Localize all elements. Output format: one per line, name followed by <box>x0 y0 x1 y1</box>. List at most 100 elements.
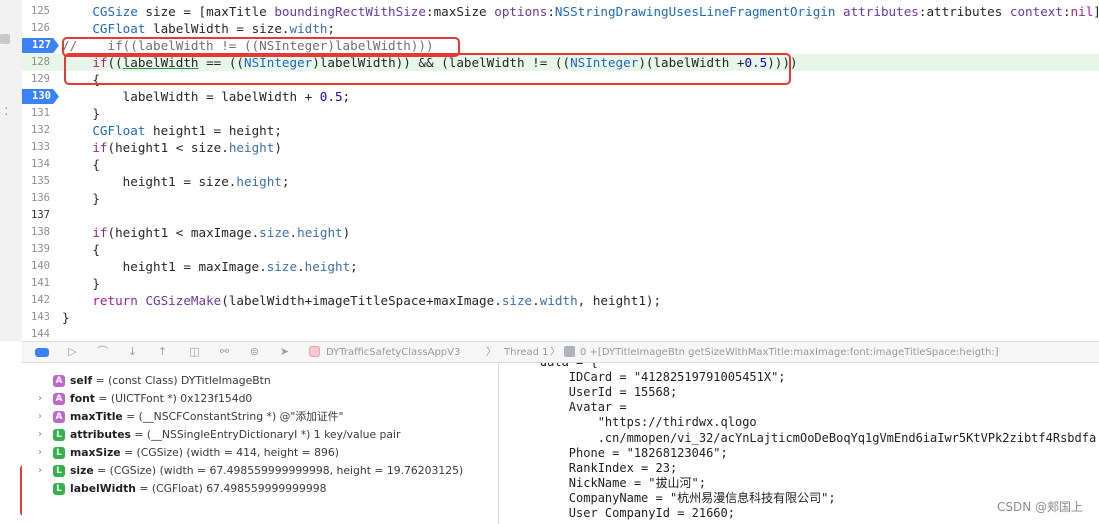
line-number[interactable]: 128 <box>22 54 50 71</box>
console-line: User CompanyId = 21660; <box>511 506 735 520</box>
variable-value: = (CGFloat) 67.498559999999998 <box>135 482 327 495</box>
code-text[interactable]: { <box>62 241 100 258</box>
variable-row[interactable]: LlabelWidth = (CGFloat) 67.4985599999999… <box>22 480 498 498</box>
step-over-icon[interactable]: ⌒ <box>96 346 109 358</box>
code-line[interactable]: 139 { <box>22 241 1099 258</box>
line-number[interactable]: 132 <box>22 122 50 139</box>
step-out-icon[interactable]: ↑ <box>156 346 169 358</box>
variable-text: labelWidth = (CGFloat) 67.49855999999999… <box>70 480 327 498</box>
app-name[interactable]: DYTrafficSafetyClassAppV3 <box>326 346 460 359</box>
variable-value: = (__NSSingleEntryDictionaryI *) 1 key/v… <box>130 428 401 441</box>
line-number[interactable]: 137 <box>22 207 50 224</box>
panel-toggle-icon[interactable] <box>35 348 49 357</box>
line-number[interactable]: 129 <box>22 71 50 88</box>
code-text[interactable]: if(height1 < size.height) <box>62 139 282 156</box>
code-text[interactable]: CGFloat labelWidth = size.width; <box>62 20 335 37</box>
variable-name: attributes <box>70 428 131 441</box>
line-number[interactable]: 131 <box>22 105 50 122</box>
console-line: Avatar = <box>511 400 627 415</box>
line-number[interactable]: 135 <box>22 173 50 190</box>
line-number[interactable]: 134 <box>22 156 50 173</box>
disclosure-chevron-icon[interactable]: › <box>38 408 42 426</box>
variable-row[interactable]: › LmaxSize = (CGSize) (width = 414, heigh… <box>22 444 498 462</box>
continue-icon[interactable]: ▷ <box>66 346 79 358</box>
location-icon[interactable]: ➤ <box>278 346 291 358</box>
variable-row[interactable]: › Afont = (UICTFont *) 0x123f154d0 <box>22 390 498 408</box>
thread-label[interactable]: Thread 1 <box>504 346 549 359</box>
variable-text: maxSize = (CGSize) (width = 414, height … <box>70 444 339 462</box>
code-line[interactable]: 138 if(height1 < maxImage.size.height) <box>22 224 1099 241</box>
variable-row[interactable]: › Lattributes = (__NSSingleEntryDictionar… <box>22 426 498 444</box>
disclosure-chevron-icon[interactable]: › <box>38 390 42 408</box>
code-text[interactable]: CGSize size = [maxTitle boundingRectWith… <box>62 3 1099 20</box>
code-line[interactable]: 135 height1 = size.height; <box>22 173 1099 190</box>
code-line[interactable]: 144 <box>22 326 1099 341</box>
disclosure-chevron-icon[interactable]: › <box>38 444 42 462</box>
line-number[interactable]: 139 <box>22 241 50 258</box>
variable-value: = (__NSCFConstantString *) @"添加证件" <box>122 410 344 423</box>
breakpoint-line-number[interactable]: 130 <box>22 89 59 104</box>
variable-value: = (const Class) DYTitleImageBtn <box>92 374 271 387</box>
code-text[interactable]: height1 = size.height; <box>62 173 290 190</box>
code-line[interactable]: 125 CGSize size = [maxTitle boundingRect… <box>22 3 1099 20</box>
ellipsis-icon: · · <box>3 102 10 121</box>
line-number[interactable]: 143 <box>22 309 50 326</box>
code-line[interactable]: 130 labelWidth = labelWidth + 0.5; <box>22 88 1099 105</box>
console-line: CompanyName = "杭州易漫信息科技有限公司"; <box>511 490 836 505</box>
environment-icon[interactable]: ⊜ <box>248 346 261 358</box>
code-line[interactable]: 126 CGFloat labelWidth = size.width; <box>22 20 1099 37</box>
line-number[interactable]: 133 <box>22 139 50 156</box>
breakpoint-marker <box>0 34 10 44</box>
variable-row[interactable]: Aself = (const Class) DYTitleImageBtn <box>22 372 498 390</box>
code-text[interactable]: } <box>62 275 100 292</box>
code-line[interactable]: 132 CGFloat height1 = height; <box>22 122 1099 139</box>
console-line: IDCard = "41282519791005451X"; <box>511 370 786 385</box>
frame-icon <box>564 346 575 357</box>
stack-frame-label[interactable]: 0 +[DYTitleImageBtn getSizeWithMaxTitle:… <box>580 346 999 359</box>
code-line[interactable]: 140 height1 = maxImage.size.height; <box>22 258 1099 275</box>
variable-value: = (CGSize) (width = 414, height = 896) <box>120 446 339 459</box>
line-number[interactable]: 144 <box>22 326 50 341</box>
code-line[interactable]: 137 <box>22 207 1099 224</box>
debug-view-hierarchy-icon[interactable]: ◫ <box>188 346 201 358</box>
code-text[interactable]: } <box>62 105 100 122</box>
variable-row[interactable]: › AmaxTitle = (__NSCFConstantString *) @"… <box>22 408 498 426</box>
code-line[interactable]: 136 } <box>22 190 1099 207</box>
console-line: NickName = "拔山河"; <box>511 475 706 490</box>
code-text[interactable]: labelWidth = labelWidth + 0.5; <box>62 88 350 105</box>
variable-name: labelWidth <box>70 482 136 495</box>
code-line[interactable]: 143} <box>22 309 1099 326</box>
code-text[interactable]: } <box>62 309 70 326</box>
code-line[interactable]: 134 { <box>22 156 1099 173</box>
variable-row[interactable]: › Lsize = (CGSize) (width = 67.4985599999… <box>22 462 498 480</box>
disclosure-chevron-icon[interactable]: › <box>38 426 42 444</box>
code-line[interactable]: 142 return CGSizeMake(labelWidth+imageTi… <box>22 292 1099 309</box>
variable-name: font <box>70 392 95 405</box>
line-number[interactable]: 125 <box>22 3 50 20</box>
line-number[interactable]: 138 <box>22 224 50 241</box>
variable-text: attributes = (__NSSingleEntryDictionaryI… <box>70 426 400 444</box>
code-line[interactable]: 141 } <box>22 275 1099 292</box>
code-text[interactable]: height1 = maxImage.size.height; <box>62 258 358 275</box>
memory-graph-icon[interactable]: ⚯ <box>218 346 231 358</box>
line-number[interactable]: 142 <box>22 292 50 309</box>
variable-text: size = (CGSize) (width = 67.498559999999… <box>70 462 463 480</box>
code-text[interactable]: CGFloat height1 = height; <box>62 122 282 139</box>
breadcrumb-separator: 〉 <box>486 347 496 358</box>
line-number[interactable]: 126 <box>22 20 50 37</box>
variable-name: self <box>70 374 93 387</box>
console-line: UserId = 15568; <box>511 385 678 400</box>
code-line[interactable]: 131 } <box>22 105 1099 122</box>
line-number[interactable]: 141 <box>22 275 50 292</box>
code-text[interactable]: return CGSizeMake(labelWidth+imageTitleS… <box>62 292 661 309</box>
console-line: Phone = "18268123046"; <box>511 445 728 460</box>
step-into-icon[interactable]: ↓ <box>126 346 139 358</box>
disclosure-chevron-icon[interactable]: › <box>38 462 42 480</box>
code-text[interactable]: } <box>62 190 100 207</box>
breakpoint-line-number[interactable]: 127 <box>22 38 59 53</box>
code-text[interactable]: if(height1 < maxImage.size.height) <box>62 224 350 241</box>
code-text[interactable]: { <box>62 156 100 173</box>
code-line[interactable]: 133 if(height1 < size.height) <box>22 139 1099 156</box>
line-number[interactable]: 140 <box>22 258 50 275</box>
line-number[interactable]: 136 <box>22 190 50 207</box>
